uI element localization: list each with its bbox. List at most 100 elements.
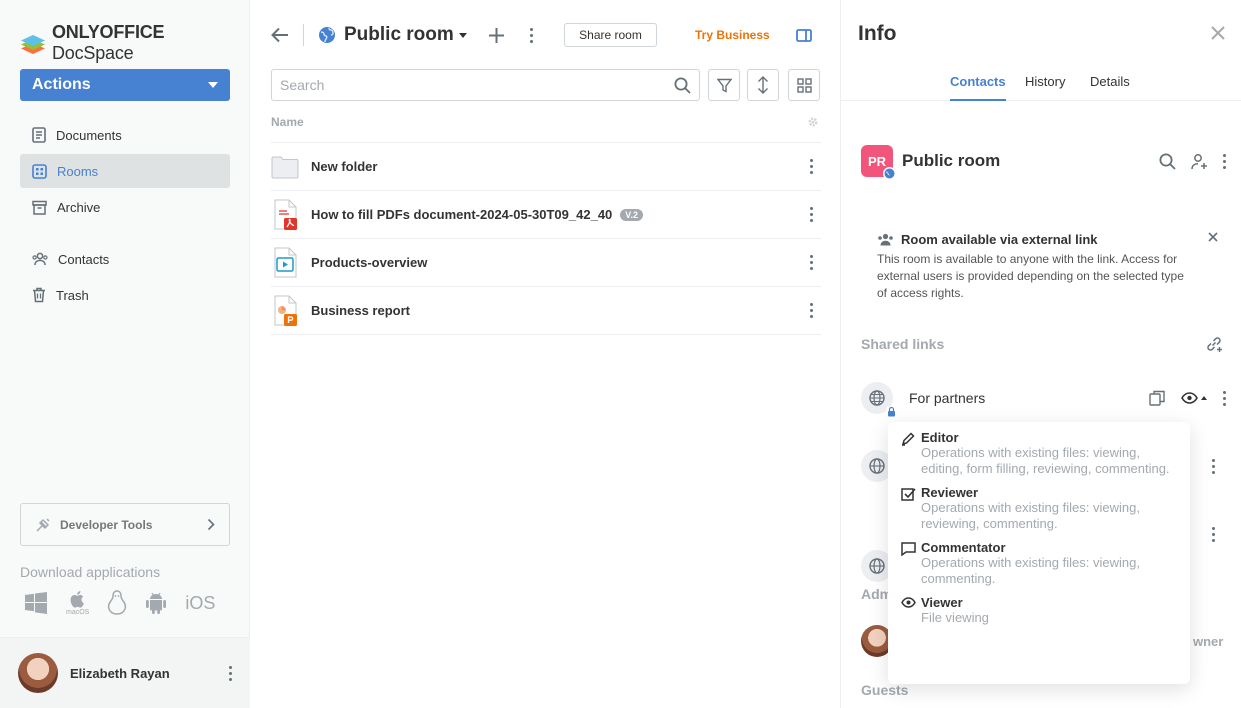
link-globe bbox=[861, 382, 897, 418]
video-file-icon bbox=[271, 247, 299, 279]
file-name: Business report bbox=[311, 303, 410, 318]
eye-icon bbox=[1181, 392, 1198, 404]
tab-details[interactable]: Details bbox=[1090, 74, 1130, 101]
sidebar-item-documents[interactable]: Documents bbox=[20, 118, 230, 152]
onlyoffice-logo-icon bbox=[20, 30, 46, 56]
user-menu-icon[interactable] bbox=[229, 665, 232, 681]
share-room-button[interactable]: Share room bbox=[564, 23, 657, 47]
access-option-reviewer[interactable]: Reviewer Operations with existing files:… bbox=[888, 481, 1190, 536]
tab-history[interactable]: History bbox=[1025, 74, 1065, 101]
access-option-commentator[interactable]: Commentator Operations with existing fil… bbox=[888, 536, 1190, 591]
download-applications-label: Download applications bbox=[20, 564, 161, 580]
search-field[interactable] bbox=[271, 69, 700, 101]
room-options-icon[interactable] bbox=[1223, 153, 1226, 169]
macos-icon[interactable]: macOS bbox=[66, 590, 89, 616]
actions-button[interactable]: Actions bbox=[20, 69, 230, 101]
access-option-title: Viewer bbox=[921, 595, 963, 610]
link-menu-icon[interactable] bbox=[1212, 459, 1215, 474]
page-title: Public room bbox=[344, 24, 454, 45]
user-bar: Elizabeth Rayan bbox=[0, 637, 250, 708]
room-logo: PR bbox=[861, 145, 896, 180]
copy-icon[interactable] bbox=[1149, 390, 1165, 406]
developer-tools-icon bbox=[35, 517, 52, 533]
link-menu-icon[interactable] bbox=[1212, 527, 1215, 542]
search-input[interactable] bbox=[280, 77, 660, 93]
contacts-icon bbox=[32, 252, 48, 266]
link-menu-icon[interactable] bbox=[1223, 390, 1226, 406]
globe-icon bbox=[869, 558, 885, 574]
version-badge[interactable]: V.2 bbox=[620, 208, 643, 221]
android-icon[interactable] bbox=[145, 591, 167, 615]
developer-tools-button[interactable]: Developer Tools bbox=[20, 503, 230, 546]
row-menu-icon[interactable] bbox=[810, 159, 813, 174]
chevron-up-icon bbox=[1201, 396, 1207, 400]
info-title: Info bbox=[858, 22, 897, 45]
table-row[interactable]: Business report bbox=[271, 286, 821, 334]
tab-contacts[interactable]: Contacts bbox=[950, 74, 1006, 101]
shared-link-row[interactable]: For partners bbox=[861, 382, 1226, 418]
logo[interactable]: ONLYOFFICE DocSpace bbox=[20, 22, 249, 64]
close-icon[interactable] bbox=[1208, 232, 1218, 242]
access-option-description: File viewing bbox=[921, 610, 989, 625]
link-name: For partners bbox=[909, 390, 986, 406]
developer-tools-label: Developer Tools bbox=[60, 517, 153, 532]
access-rights-selector[interactable] bbox=[1181, 392, 1207, 404]
table-row[interactable]: How to fill PDFs document-2024-05-30T09_… bbox=[271, 190, 821, 238]
chevron-down-icon bbox=[208, 82, 218, 88]
add-link-icon[interactable] bbox=[1205, 335, 1223, 353]
room-name: Public room bbox=[902, 151, 1001, 170]
access-option-title: Reviewer bbox=[921, 485, 979, 500]
sidebar-item-rooms[interactable]: Rooms bbox=[20, 154, 230, 188]
table-row[interactable]: Products-overview bbox=[271, 238, 821, 286]
add-user-icon[interactable] bbox=[1191, 153, 1208, 170]
rooms-icon bbox=[32, 163, 47, 179]
search-icon[interactable] bbox=[1159, 153, 1176, 170]
gear-icon[interactable] bbox=[807, 116, 819, 128]
access-option-description: Operations with existing files: viewing,… bbox=[921, 555, 1140, 586]
macos-caption: macOS bbox=[66, 609, 90, 616]
access-option-viewer[interactable]: Viewer File viewing bbox=[888, 591, 1190, 630]
sort-icon bbox=[756, 76, 770, 94]
file-name: How to fill PDFs document-2024-05-30T09_… bbox=[311, 207, 613, 222]
access-option-editor[interactable]: Editor Operations with existing files: v… bbox=[888, 426, 1190, 481]
view-toggle-button[interactable] bbox=[788, 69, 820, 101]
file-name: Products-overview bbox=[311, 255, 428, 270]
plus-icon[interactable] bbox=[488, 27, 504, 43]
avatar[interactable] bbox=[18, 653, 58, 693]
back-arrow-icon[interactable] bbox=[271, 27, 289, 43]
sort-button[interactable] bbox=[747, 69, 779, 101]
sidebar-item-label: Documents bbox=[56, 127, 122, 143]
sidebar-item-archive[interactable]: Archive bbox=[20, 190, 230, 224]
row-menu-icon[interactable] bbox=[810, 303, 813, 318]
row-menu-icon[interactable] bbox=[810, 207, 813, 222]
try-business-link[interactable]: Try Business bbox=[695, 28, 770, 42]
search-icon[interactable] bbox=[674, 77, 691, 94]
windows-icon[interactable] bbox=[24, 592, 48, 614]
notice-title: Room available via external link bbox=[901, 232, 1098, 247]
close-icon[interactable] bbox=[1211, 26, 1225, 40]
people-icon bbox=[877, 233, 894, 246]
chevron-down-icon[interactable] bbox=[458, 32, 467, 38]
globe-icon bbox=[883, 167, 896, 180]
brand-name-bold: ONLYOFFICE bbox=[52, 22, 165, 42]
room-menu-icon[interactable] bbox=[529, 27, 533, 43]
grid-view-icon bbox=[796, 77, 812, 93]
ios-icon[interactable]: iOS bbox=[185, 593, 215, 614]
linux-icon[interactable] bbox=[107, 590, 127, 616]
room-initials: PR bbox=[867, 153, 887, 169]
globe-icon bbox=[869, 458, 885, 474]
table-row[interactable]: New folder bbox=[271, 142, 821, 190]
filter-button[interactable] bbox=[708, 69, 740, 101]
pencil-icon bbox=[901, 432, 915, 446]
eye-icon bbox=[901, 597, 916, 608]
column-header-name[interactable]: Name bbox=[271, 115, 821, 129]
filter-icon bbox=[716, 78, 732, 93]
sidebar-item-label: Trash bbox=[56, 287, 89, 303]
sidebar-item-trash[interactable]: Trash bbox=[20, 278, 230, 312]
external-link-notice: Room available via external link This ro… bbox=[861, 222, 1226, 312]
lock-icon bbox=[886, 406, 897, 418]
row-menu-icon[interactable] bbox=[810, 255, 813, 270]
info-panel-toggle-icon[interactable] bbox=[796, 29, 812, 42]
sidebar-item-contacts[interactable]: Contacts bbox=[20, 242, 230, 276]
column-name-label: Name bbox=[271, 115, 304, 129]
